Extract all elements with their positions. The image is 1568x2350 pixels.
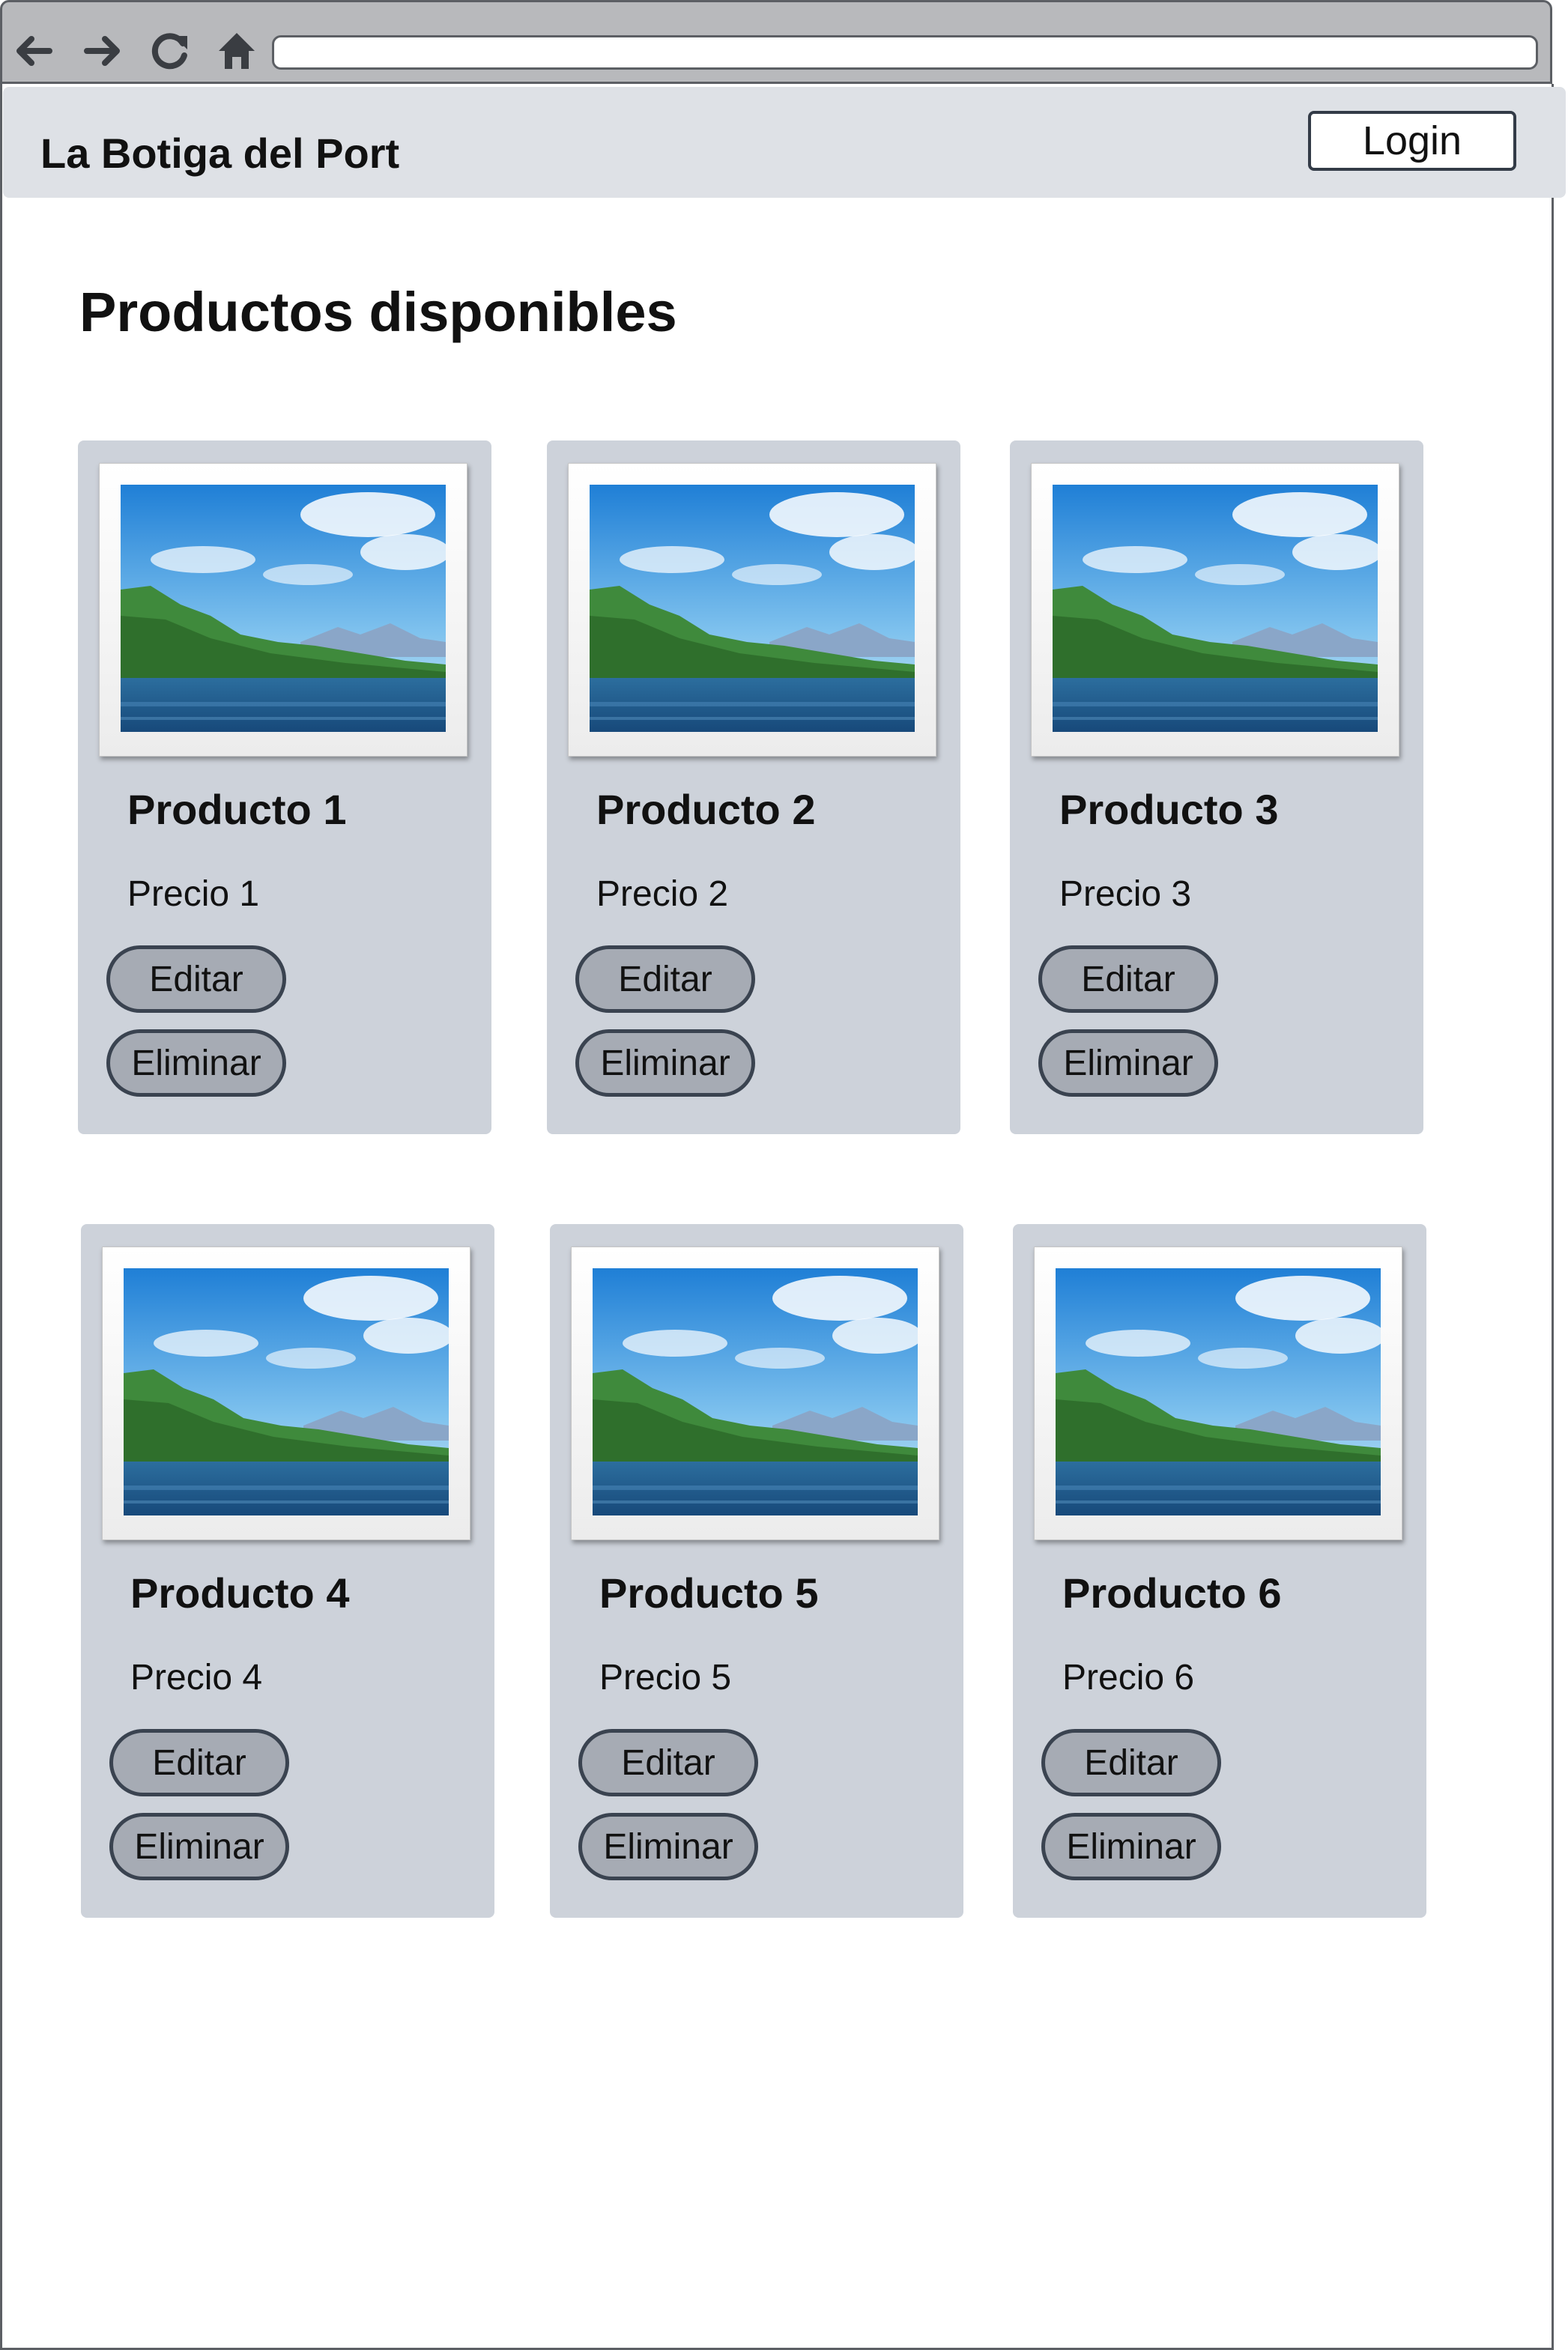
landscape-image-icon [1053,485,1378,732]
product-price: Precio 3 [1059,874,1192,914]
arrow-right-icon [84,36,120,66]
product-name: Producto 6 [1062,1569,1282,1617]
delete-button[interactable]: Eliminar [575,1029,755,1097]
delete-button[interactable]: Eliminar [1038,1029,1218,1097]
product-image[interactable] [1031,463,1399,757]
product-card: Producto 6 Precio 6 Editar Eliminar [1013,1224,1426,1918]
landscape-image-icon [1056,1268,1381,1515]
edit-button[interactable]: Editar [1038,945,1218,1013]
landscape-image-icon [121,485,446,732]
site-brand[interactable]: La Botiga del Port [40,129,399,178]
product-name: Producto 3 [1059,786,1279,833]
delete-button[interactable]: Eliminar [578,1813,758,1880]
edit-button[interactable]: Editar [109,1729,289,1796]
landscape-image-icon [124,1268,449,1515]
edit-button[interactable]: Editar [575,945,755,1013]
landscape-image-icon [593,1268,918,1515]
product-name: Producto 5 [599,1569,819,1617]
product-name: Producto 4 [130,1569,350,1617]
product-card: Producto 2 Precio 2 Editar Eliminar [547,440,960,1134]
product-card: Producto 5 Precio 5 Editar Eliminar [550,1224,963,1918]
landscape-image-icon [590,485,915,732]
product-name: Producto 1 [127,786,347,833]
arrow-left-icon [16,36,52,66]
reload-icon [151,33,187,70]
reload-button[interactable] [145,25,197,77]
product-price: Precio 6 [1062,1658,1195,1698]
delete-button[interactable]: Eliminar [109,1813,289,1880]
edit-button[interactable]: Editar [106,945,286,1013]
address-bar[interactable] [272,35,1538,70]
product-price: Precio 1 [127,874,260,914]
back-button[interactable] [7,25,59,77]
delete-button[interactable]: Eliminar [1041,1813,1221,1880]
home-icon [219,33,255,69]
product-name: Producto 2 [596,786,816,833]
product-price: Precio 5 [599,1658,732,1698]
product-card: Producto 1 Precio 1 Editar Eliminar [78,440,491,1134]
page-viewport [0,84,1554,2350]
product-image[interactable] [102,1247,470,1540]
product-price: Precio 4 [130,1658,263,1698]
browser-toolbar [0,0,1552,84]
product-image[interactable] [571,1247,939,1540]
product-price: Precio 2 [596,874,729,914]
delete-button[interactable]: Eliminar [106,1029,286,1097]
product-card: Producto 3 Precio 3 Editar Eliminar [1010,440,1423,1134]
page-title: Productos disponibles [79,281,677,343]
product-image[interactable] [99,463,467,757]
product-image[interactable] [1034,1247,1402,1540]
product-image[interactable] [568,463,936,757]
edit-button[interactable]: Editar [1041,1729,1221,1796]
login-button[interactable]: Login [1308,111,1516,171]
forward-button[interactable] [77,25,130,77]
edit-button[interactable]: Editar [578,1729,758,1796]
product-card: Producto 4 Precio 4 Editar Eliminar [81,1224,494,1918]
home-button[interactable] [211,25,263,77]
